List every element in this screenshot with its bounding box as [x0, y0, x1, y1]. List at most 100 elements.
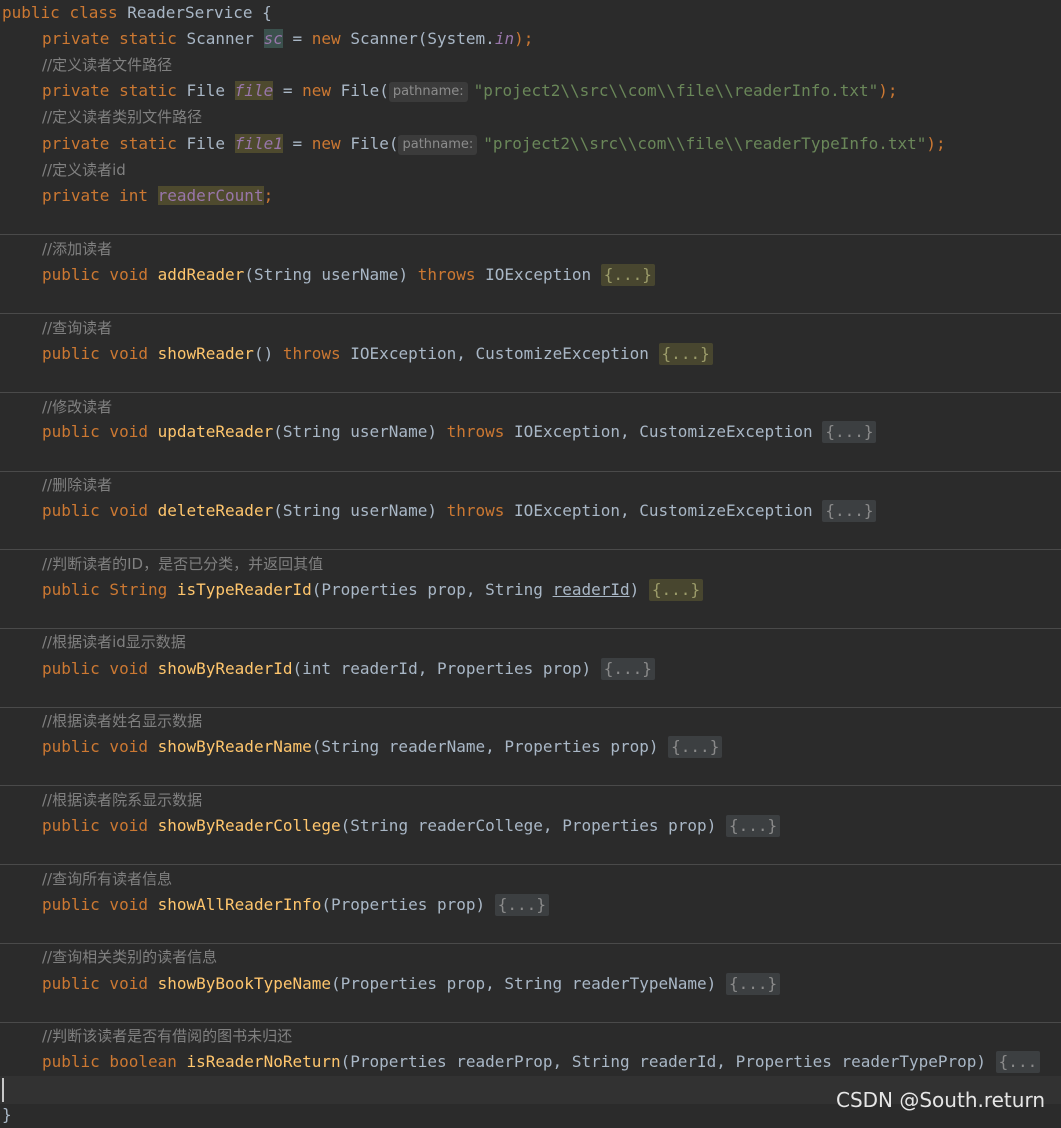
parameters: (String userName) — [273, 422, 437, 441]
method-signature: public void deleteReader(String userName… — [2, 498, 877, 524]
folded-body[interactable]: {...} — [600, 264, 655, 286]
folded-body[interactable]: {...} — [822, 500, 877, 522]
method-separator — [0, 313, 1061, 314]
modifiers: public void — [42, 344, 148, 363]
closing-brace: } — [2, 1105, 12, 1124]
comment: //定义读者文件路径 — [42, 56, 173, 74]
parameters: (Properties prop, String — [311, 580, 553, 599]
parameter-hint: pathname: — [398, 135, 478, 155]
comment: //根据读者院系显示数据 — [42, 791, 203, 809]
comment: //查询相关类别的读者信息 — [42, 948, 218, 966]
operator: = — [292, 134, 303, 153]
field-in: in — [494, 29, 515, 48]
constructor: File( — [350, 134, 399, 153]
method-signature: public void showReader() throws IOExcept… — [2, 341, 713, 367]
parameters: (String userName) — [273, 501, 437, 520]
modifiers: public void — [42, 737, 148, 756]
keyword-new: new — [311, 134, 341, 153]
file-field-line: private static File file = new File(path… — [2, 78, 898, 104]
folded-body[interactable]: {... — [995, 1051, 1041, 1073]
field-reader-count: readerCount — [157, 186, 264, 205]
exceptions: IOException, CustomizeException — [514, 422, 813, 441]
folded-body[interactable]: {...} — [658, 343, 713, 365]
parameter-hint: pathname: — [388, 82, 468, 102]
folded-body[interactable]: {...} — [668, 736, 723, 758]
method-signature: public void updateReader(String userName… — [2, 419, 877, 445]
modifiers: public void — [42, 501, 148, 520]
parameters: (Properties prop) — [321, 895, 486, 914]
parameters: (String readerCollege, Properties prop) — [340, 816, 717, 835]
parameters-end: ) — [629, 580, 640, 599]
method-name: addReader — [157, 265, 245, 284]
folded-body[interactable]: {...} — [725, 815, 781, 837]
method-name: isReaderNoReturn — [186, 1052, 341, 1071]
comment: //删除读者 — [42, 476, 113, 494]
parameters: (Properties readerProp, String readerId,… — [340, 1052, 987, 1071]
code-editor[interactable]: public class ReaderService { private sta… — [0, 0, 1061, 1124]
method-separator — [0, 234, 1061, 235]
parameters: () — [253, 344, 274, 363]
method-name: showByReaderId — [157, 659, 293, 678]
method-name: updateReader — [157, 422, 274, 441]
keyword-new: new — [302, 81, 332, 100]
folded-body[interactable]: {...} — [494, 894, 549, 916]
modifiers: private int — [42, 186, 148, 205]
terminator: ); — [926, 134, 946, 153]
method-signature: public void addReader(String userName) t… — [2, 262, 655, 288]
parameter-reader-id: readerId — [552, 580, 630, 599]
parameters: (int readerId, Properties prop) — [292, 659, 592, 678]
keyword-new: new — [311, 29, 341, 48]
modifiers: public void — [42, 816, 148, 835]
comment: //定义读者类别文件路径 — [42, 108, 203, 126]
method-name: deleteReader — [157, 501, 274, 520]
constructor: File( — [340, 81, 389, 100]
method-signature: public void showByReaderId(int readerId,… — [2, 656, 655, 682]
keyword-class: class — [69, 3, 118, 22]
exceptions: IOException, CustomizeException — [350, 344, 649, 363]
keyword-throws: throws — [417, 265, 476, 284]
scanner-field-line: private static Scanner sc = new Scanner(… — [2, 26, 533, 52]
modifiers: public void — [42, 974, 148, 993]
method-separator — [0, 549, 1061, 550]
method-separator — [0, 392, 1061, 393]
method-name: showAllReaderInfo — [157, 895, 322, 914]
comment: //添加读者 — [42, 240, 113, 258]
keyword-throws: throws — [282, 344, 341, 363]
type: File — [186, 134, 226, 153]
terminator: ; — [263, 186, 274, 205]
method-signature: public void showByReaderCollege(String r… — [2, 813, 781, 839]
method-signature: public void showByBookTypeName(Propertie… — [2, 971, 781, 997]
comment: //判断该读者是否有借阅的图书未归还 — [42, 1027, 293, 1045]
modifiers: private static — [42, 29, 177, 48]
terminator: ); — [878, 81, 898, 100]
parameters: (Properties prop, String readerTypeName) — [331, 974, 717, 993]
folded-body[interactable]: {...} — [822, 421, 877, 443]
parameters: (String userName) — [244, 265, 409, 284]
modifiers: public void — [42, 895, 148, 914]
class-declaration: public class ReaderService { — [2, 0, 272, 26]
comment: //根据读者id显示数据 — [42, 633, 186, 651]
modifiers: public void — [42, 265, 148, 284]
comment: //查询读者 — [42, 319, 113, 337]
exceptions: IOException, CustomizeException — [514, 501, 813, 520]
comment: //查询所有读者信息 — [42, 870, 173, 888]
comment: //定义读者id — [42, 161, 126, 179]
method-name: showReader — [157, 344, 254, 363]
folded-body[interactable]: {...} — [725, 973, 781, 995]
reader-count-line: private int readerCount; — [2, 183, 273, 209]
method-separator — [0, 785, 1061, 786]
field-file: file — [234, 81, 274, 100]
modifiers: private static — [42, 134, 177, 153]
folded-body[interactable]: {...} — [648, 579, 704, 601]
type: File — [186, 81, 226, 100]
terminator: ); — [514, 29, 534, 48]
keyword-public: public — [2, 3, 60, 22]
type: Scanner — [186, 29, 254, 48]
folded-body[interactable]: {...} — [600, 658, 655, 680]
method-name: isTypeReaderId — [176, 580, 312, 599]
modifiers: public void — [42, 659, 148, 678]
method-separator — [0, 864, 1061, 865]
modifiers: public void — [42, 422, 148, 441]
constructor: Scanner(System. — [350, 29, 495, 48]
method-name: showByBookTypeName — [157, 974, 331, 993]
